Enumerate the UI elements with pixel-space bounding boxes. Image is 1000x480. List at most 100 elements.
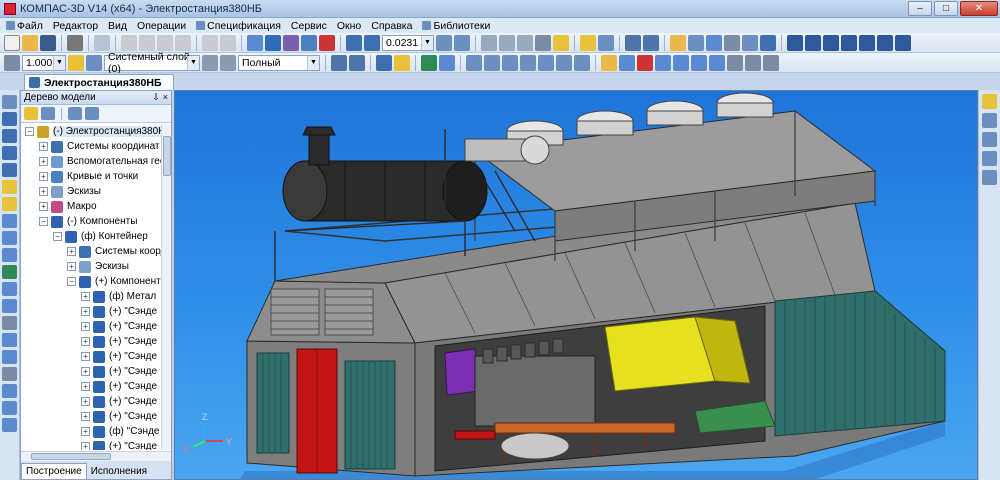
surface-icon[interactable] xyxy=(895,34,911,51)
snap-icon[interactable] xyxy=(68,54,84,71)
tree-item[interactable]: + Кривые и точки xyxy=(21,169,162,184)
tree-item[interactable]: + (ф) "Сэнде xyxy=(21,424,162,439)
line-icon[interactable] xyxy=(859,34,875,51)
model-canvas[interactable]: Y Z X xyxy=(175,91,978,480)
wireframe-icon[interactable] xyxy=(499,34,515,51)
filter-tool-icon[interactable] xyxy=(2,367,17,381)
spec-icon[interactable] xyxy=(670,34,686,51)
revolve-icon[interactable] xyxy=(2,129,17,143)
chevron-down-icon[interactable]: ▼ xyxy=(53,55,65,70)
tree-item[interactable]: + (+) "Сэнде xyxy=(21,379,162,394)
library-icon[interactable] xyxy=(265,34,281,51)
new-document-icon[interactable] xyxy=(4,34,20,51)
display-mode-field[interactable]: Полный ▼ xyxy=(238,54,320,71)
copy-icon[interactable] xyxy=(139,34,155,51)
vertical-scrollbar[interactable] xyxy=(161,124,171,450)
pan-icon[interactable] xyxy=(454,34,470,51)
close-panel-icon[interactable]: × xyxy=(163,92,168,103)
gear-icon[interactable] xyxy=(673,54,689,71)
move-component-icon[interactable] xyxy=(520,54,536,71)
tree-item[interactable]: + Вспомогательная геоме xyxy=(21,154,162,169)
view-top-icon[interactable] xyxy=(982,132,997,147)
tree-item[interactable]: + (+) "Сэнде xyxy=(21,319,162,334)
help-icon[interactable] xyxy=(319,34,335,51)
tree-item[interactable]: + Системы коорд xyxy=(21,244,162,259)
manager-icon[interactable] xyxy=(247,34,263,51)
constraint-icon[interactable] xyxy=(484,54,500,71)
properties-icon[interactable] xyxy=(175,34,191,51)
expand-toggle-icon[interactable]: + xyxy=(81,427,90,436)
direction-icon[interactable] xyxy=(376,54,392,71)
sketch-icon[interactable] xyxy=(2,95,17,109)
sheet-metal-icon[interactable] xyxy=(2,299,17,313)
tree-item[interactable]: + (+) "Сэнде xyxy=(21,439,162,450)
hidden-lines-icon[interactable] xyxy=(517,34,533,51)
menu-libraries[interactable]: Библиотеки xyxy=(418,20,496,32)
expand-toggle-icon[interactable]: + xyxy=(81,442,90,450)
tab-versions[interactable]: Исполнения xyxy=(87,464,151,479)
rotate-component-icon[interactable] xyxy=(538,54,554,71)
expand-toggle-icon[interactable]: − xyxy=(67,277,76,286)
expand-toggle-icon[interactable]: + xyxy=(81,367,90,376)
layer-icon[interactable] xyxy=(86,54,102,71)
axis-icon[interactable] xyxy=(823,34,839,51)
macro-icon[interactable] xyxy=(742,34,758,51)
tab-construction[interactable]: Построение xyxy=(21,463,87,479)
chevron-down-icon[interactable]: ▼ xyxy=(307,55,319,70)
expand-toggle-icon[interactable]: + xyxy=(39,187,48,196)
zoom-value-field[interactable]: 0.0231 ▼ xyxy=(382,34,434,51)
expand-toggle-icon[interactable]: + xyxy=(81,292,90,301)
arc-icon[interactable] xyxy=(877,34,893,51)
spatial-curve-icon[interactable] xyxy=(2,333,17,347)
create-part-icon[interactable] xyxy=(619,54,635,71)
expand-toggle-icon[interactable]: − xyxy=(53,232,62,241)
scale-field[interactable]: 1.000 ▼ xyxy=(22,54,66,71)
shaded-edges-icon[interactable] xyxy=(553,34,569,51)
tree-item[interactable]: + (ф) Метал xyxy=(21,289,162,304)
expand-toggle-icon[interactable]: + xyxy=(81,382,90,391)
view-orientation-icon[interactable] xyxy=(481,34,497,51)
rotate-icon[interactable] xyxy=(436,34,452,51)
menu-operations[interactable]: Операции xyxy=(133,20,192,32)
expand-toggle-icon[interactable]: + xyxy=(81,352,90,361)
mass-icon[interactable] xyxy=(763,54,779,71)
blue-cube-icon[interactable] xyxy=(439,54,455,71)
bolt-icon[interactable] xyxy=(655,54,671,71)
tree-item[interactable]: + (+) "Сэнде xyxy=(21,409,162,424)
tree-view-icon[interactable] xyxy=(643,34,659,51)
report-icon[interactable] xyxy=(688,34,704,51)
save-icon[interactable] xyxy=(40,34,56,51)
expand-toggle-icon[interactable]: + xyxy=(81,397,90,406)
measure-tool-icon[interactable] xyxy=(2,350,17,364)
extrude-icon[interactable] xyxy=(2,112,17,126)
layer-field[interactable]: Системный слой (0) ▼ xyxy=(104,51,200,75)
delete-icon[interactable] xyxy=(637,54,653,71)
scroll-thumb[interactable] xyxy=(31,453,111,460)
tree-item[interactable]: + (+) "Сэнде xyxy=(21,394,162,409)
list-view-icon[interactable] xyxy=(68,107,82,120)
chevron-down-icon[interactable]: ▼ xyxy=(187,55,199,70)
structure-icon[interactable] xyxy=(41,107,55,120)
mate-icon[interactable] xyxy=(502,54,518,71)
menu-help[interactable]: Справка xyxy=(367,20,418,32)
tree-item[interactable]: + Макро xyxy=(21,199,162,214)
pattern-icon[interactable] xyxy=(2,265,17,279)
mirror-icon[interactable] xyxy=(574,54,590,71)
material-icon[interactable] xyxy=(331,54,347,71)
color-icon[interactable] xyxy=(349,54,365,71)
cut-icon[interactable] xyxy=(121,34,137,51)
variables-icon[interactable] xyxy=(283,34,299,51)
collision-icon[interactable] xyxy=(745,54,761,71)
report-tool-icon[interactable] xyxy=(2,401,17,415)
point-icon[interactable] xyxy=(841,34,857,51)
check-icon[interactable] xyxy=(727,54,743,71)
expand-toggle-icon[interactable]: + xyxy=(81,337,90,346)
expand-toggle-icon[interactable]: + xyxy=(81,307,90,316)
chevron-down-icon[interactable]: ▼ xyxy=(421,35,433,50)
section-icon[interactable] xyxy=(787,34,803,51)
zoom-icon[interactable] xyxy=(364,34,380,51)
show-icon[interactable] xyxy=(85,107,99,120)
menu-specification[interactable]: Спецификация xyxy=(192,20,287,32)
design-tool-icon[interactable] xyxy=(2,418,17,432)
select-icon[interactable] xyxy=(580,34,596,51)
